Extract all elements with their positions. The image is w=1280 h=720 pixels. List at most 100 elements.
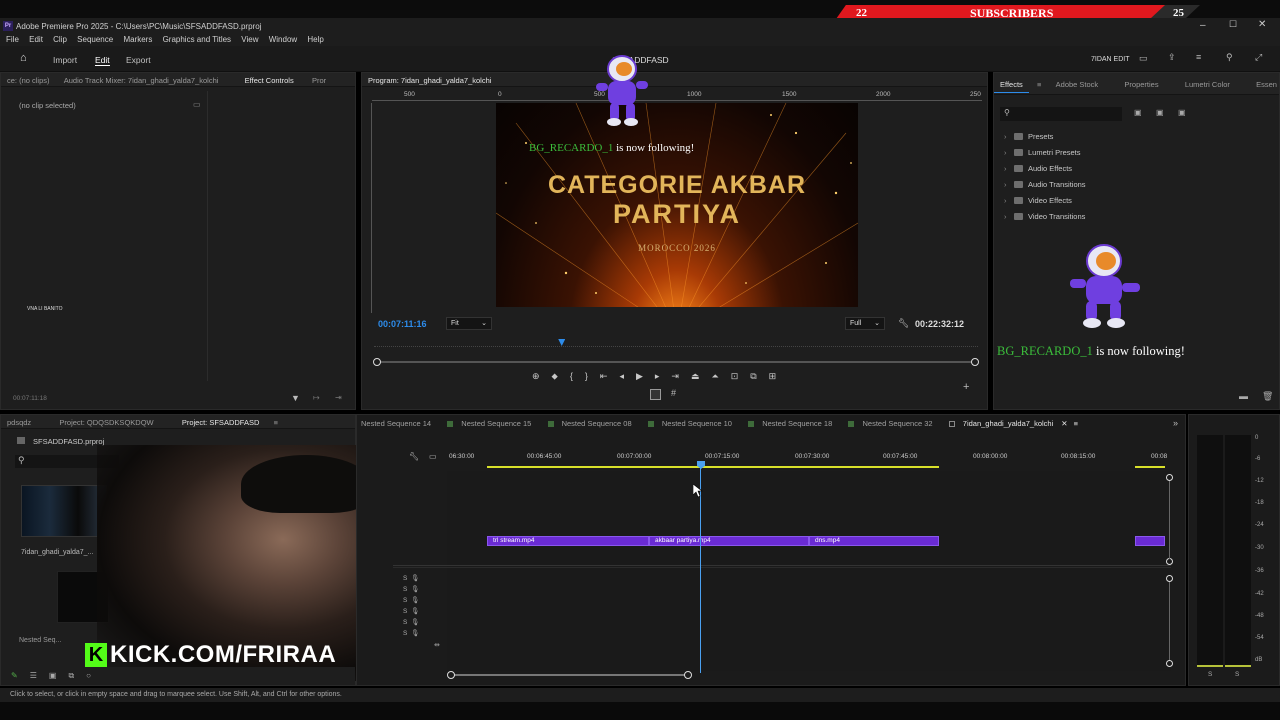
fit-select[interactable]: Fit ⌄ <box>446 317 492 330</box>
menu-view[interactable]: View <box>241 35 258 44</box>
add-button-icon[interactable]: + <box>963 381 969 393</box>
export-frame-icon[interactable]: ↦ <box>313 393 320 402</box>
effects-folder-lumetri[interactable]: › Lumetri Presets <box>994 144 1194 160</box>
tab-active-sequence[interactable]: 7idan_ghadi_yalda7_kolchi ✕ ≡ <box>948 419 1078 428</box>
tab-nested-sequence-15[interactable]: Nested Sequence 15 <box>447 419 531 428</box>
tab-project-3[interactable]: Project: SFSADDFASD <box>176 415 266 428</box>
close-icon[interactable]: ✕ <box>1061 419 1067 428</box>
tab-source[interactable]: ce: (no clips) <box>1 73 56 86</box>
tab-properties[interactable]: Properties <box>1118 73 1164 92</box>
compare-icon[interactable]: ⧉ <box>750 371 756 385</box>
fullscreen-icon[interactable]: ⤢ <box>1255 52 1262 63</box>
meter-solo-right[interactable]: S <box>1235 671 1239 678</box>
tab-lumetri-color[interactable]: Lumetri Color <box>1179 73 1236 92</box>
menu-clip[interactable]: Clip <box>53 35 67 44</box>
mic-icon[interactable]: S 🎙︎ <box>403 573 433 584</box>
vertical-scrollbar[interactable] <box>1169 481 1170 559</box>
step-back-icon[interactable]: ◂ <box>619 371 624 385</box>
close-icon[interactable]: ✕ <box>1258 19 1266 30</box>
menu-help[interactable]: Help <box>307 35 323 44</box>
icon-view-icon[interactable]: ▣ <box>49 671 57 681</box>
mic-icon[interactable]: S 🎙︎ <box>403 617 433 628</box>
marker-icon[interactable]: ⊕ <box>532 371 540 385</box>
mic-icon[interactable]: S 🎙︎ <box>403 584 433 595</box>
work-area-bar[interactable] <box>487 466 939 468</box>
timeline-clip[interactable] <box>1135 536 1165 546</box>
track-height-icon[interactable]: ⇹ <box>434 641 440 649</box>
scroll-handle[interactable] <box>1166 660 1173 667</box>
menu-file[interactable]: File <box>6 35 19 44</box>
safe-margins-icon[interactable] <box>650 389 661 400</box>
workspace-user[interactable]: 7IDAN EDIT <box>1091 56 1130 63</box>
menu-markers[interactable]: Markers <box>123 35 152 44</box>
favorite-icon[interactable]: ▣ <box>1178 108 1186 117</box>
effects-search-field[interactable]: ⚲ <box>1000 107 1122 121</box>
zoom-slider-icon[interactable]: ○ <box>86 671 91 681</box>
captions-icon[interactable]: ▭ <box>429 452 437 461</box>
add-marker-icon[interactable]: ⬥ <box>552 371 558 385</box>
extract-icon[interactable]: ⏶ <box>711 371 718 385</box>
scroll-handle[interactable] <box>1166 558 1173 565</box>
quick-export-icon[interactable]: ≡ <box>1196 52 1201 62</box>
tab-nested-sequence-10[interactable]: Nested Sequence 10 <box>647 419 732 428</box>
settings-icon[interactable]: ⇥ <box>335 393 342 402</box>
effects-folder-video-transitions[interactable]: › Video Transitions <box>994 208 1194 224</box>
maximize-icon[interactable]: ☐ <box>1229 19 1237 30</box>
menu-edit[interactable]: Edit <box>29 35 43 44</box>
scroll-handle[interactable] <box>684 671 692 679</box>
zoom-handle-left[interactable] <box>373 358 381 366</box>
play-icon[interactable]: ▶ <box>636 371 643 385</box>
tab-adobe-stock[interactable]: Adobe Stock <box>1050 73 1105 92</box>
track-area[interactable] <box>447 471 1171 671</box>
tab-nested-sequence-18[interactable]: Nested Sequence 18 <box>748 419 832 428</box>
lift-icon[interactable]: ⏏ <box>691 371 700 385</box>
program-title[interactable]: Program: 7idan_ghadi_yalda7_kolchi <box>362 73 497 86</box>
meter-solo-left[interactable]: S <box>1208 671 1212 678</box>
filter-icon[interactable]: ▼ <box>291 393 300 403</box>
mark-in-icon[interactable]: { <box>570 371 573 385</box>
tab-project-2[interactable]: Project: QDQSDKSQKDQW <box>53 415 159 428</box>
preset-icon[interactable]: ▣ <box>1156 108 1164 117</box>
tab-nested-sequence-08[interactable]: Nested Sequence 08 <box>547 419 632 428</box>
menu-graphics[interactable]: Graphics and Titles <box>163 35 231 44</box>
trash-icon[interactable]: 🗑︎ <box>1262 391 1273 402</box>
go-to-in-icon[interactable]: ⇤ <box>600 371 608 385</box>
home-icon[interactable]: ⌂ <box>20 52 27 64</box>
work-area-bar-end[interactable] <box>1135 466 1165 468</box>
new-bin-icon[interactable]: ▣ <box>1134 108 1142 117</box>
share-icon[interactable]: ⇪ <box>1168 52 1176 63</box>
freeform-view-icon[interactable]: ⧉ <box>68 671 74 681</box>
timeline-clip[interactable]: dns.mp4 <box>809 536 939 546</box>
program-current-time[interactable]: 00:07:11:16 <box>378 319 427 329</box>
effects-folder-audio-effects[interactable]: › Audio Effects <box>994 160 1194 176</box>
tab-nested-sequence-32[interactable]: Nested Sequence 32 <box>848 419 933 428</box>
mark-out-icon[interactable]: } <box>585 371 588 385</box>
zoom-scrollbar[interactable] <box>376 361 976 363</box>
resolution-select[interactable]: Full ⌄ <box>845 317 885 330</box>
camera-icon[interactable]: ⊡ <box>731 371 739 385</box>
import-tab[interactable]: Import <box>53 55 77 65</box>
timeline-clip[interactable]: trl stream.mp4 <box>487 536 649 546</box>
mic-icon[interactable]: S 🎙︎ <box>403 606 433 617</box>
wrench-icon[interactable]: 🔧︎ <box>898 318 909 329</box>
tab-nested-sequence-14[interactable]: Nested Sequence 14 <box>361 419 431 428</box>
timeline-horizontal-scrollbar[interactable] <box>451 674 688 676</box>
scroll-handle[interactable] <box>447 671 455 679</box>
layout-icon[interactable]: ▭ <box>1139 53 1148 64</box>
search-icon[interactable]: ⚲ <box>1226 52 1233 63</box>
tab-program-short[interactable]: Pror <box>306 73 332 86</box>
zoom-handle-right[interactable] <box>971 358 979 366</box>
scroll-handle[interactable] <box>1166 474 1173 481</box>
mic-icon[interactable]: S 🎙︎ <box>403 595 433 606</box>
bin-thumbnail[interactable] <box>21 485 107 537</box>
tabs-overflow-icon[interactable]: » <box>1173 418 1178 428</box>
tab-effects[interactable]: Effects <box>994 73 1029 93</box>
tab-essential[interactable]: Essen <box>1250 73 1279 92</box>
scroll-handle[interactable] <box>1166 575 1173 582</box>
tab-menu-icon[interactable]: ≡ <box>1031 73 1047 92</box>
vr-icon[interactable]: ⊞ <box>769 371 777 385</box>
timeline-clip[interactable]: akbaar partiya.mp4 <box>649 536 809 546</box>
tab-menu-icon[interactable]: ≡ <box>1074 419 1078 428</box>
grid-icon[interactable]: # <box>671 388 676 398</box>
panel-toggle-icon[interactable]: ▭ <box>193 100 201 109</box>
